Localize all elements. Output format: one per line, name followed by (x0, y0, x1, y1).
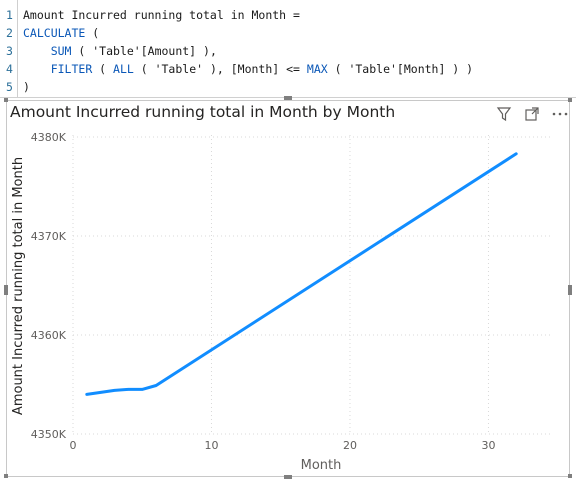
y-tick-label: 4370K (31, 230, 67, 243)
series-line (85, 152, 518, 396)
x-axis-ticks: 0 10 20 30 (70, 439, 496, 452)
x-tick-label: 0 (70, 439, 77, 452)
y-tick-label: 4380K (31, 131, 67, 144)
line-chart: 4350K 4360K 4370K 4380K 0 10 20 30 Month Amoun… (11, 131, 550, 473)
y-tick-label: 4350K (31, 428, 67, 441)
y-tick-label: 4360K (31, 329, 67, 342)
y-axis-title: Amount Incurred running total in Month (11, 157, 26, 415)
x-tick-label: 20 (343, 439, 357, 452)
x-tick-label: 10 (204, 439, 218, 452)
x-tick-label: 30 (481, 439, 495, 452)
y-axis-ticks: 4350K 4360K 4370K 4380K (31, 131, 67, 441)
x-axis-title: Month (301, 458, 342, 473)
